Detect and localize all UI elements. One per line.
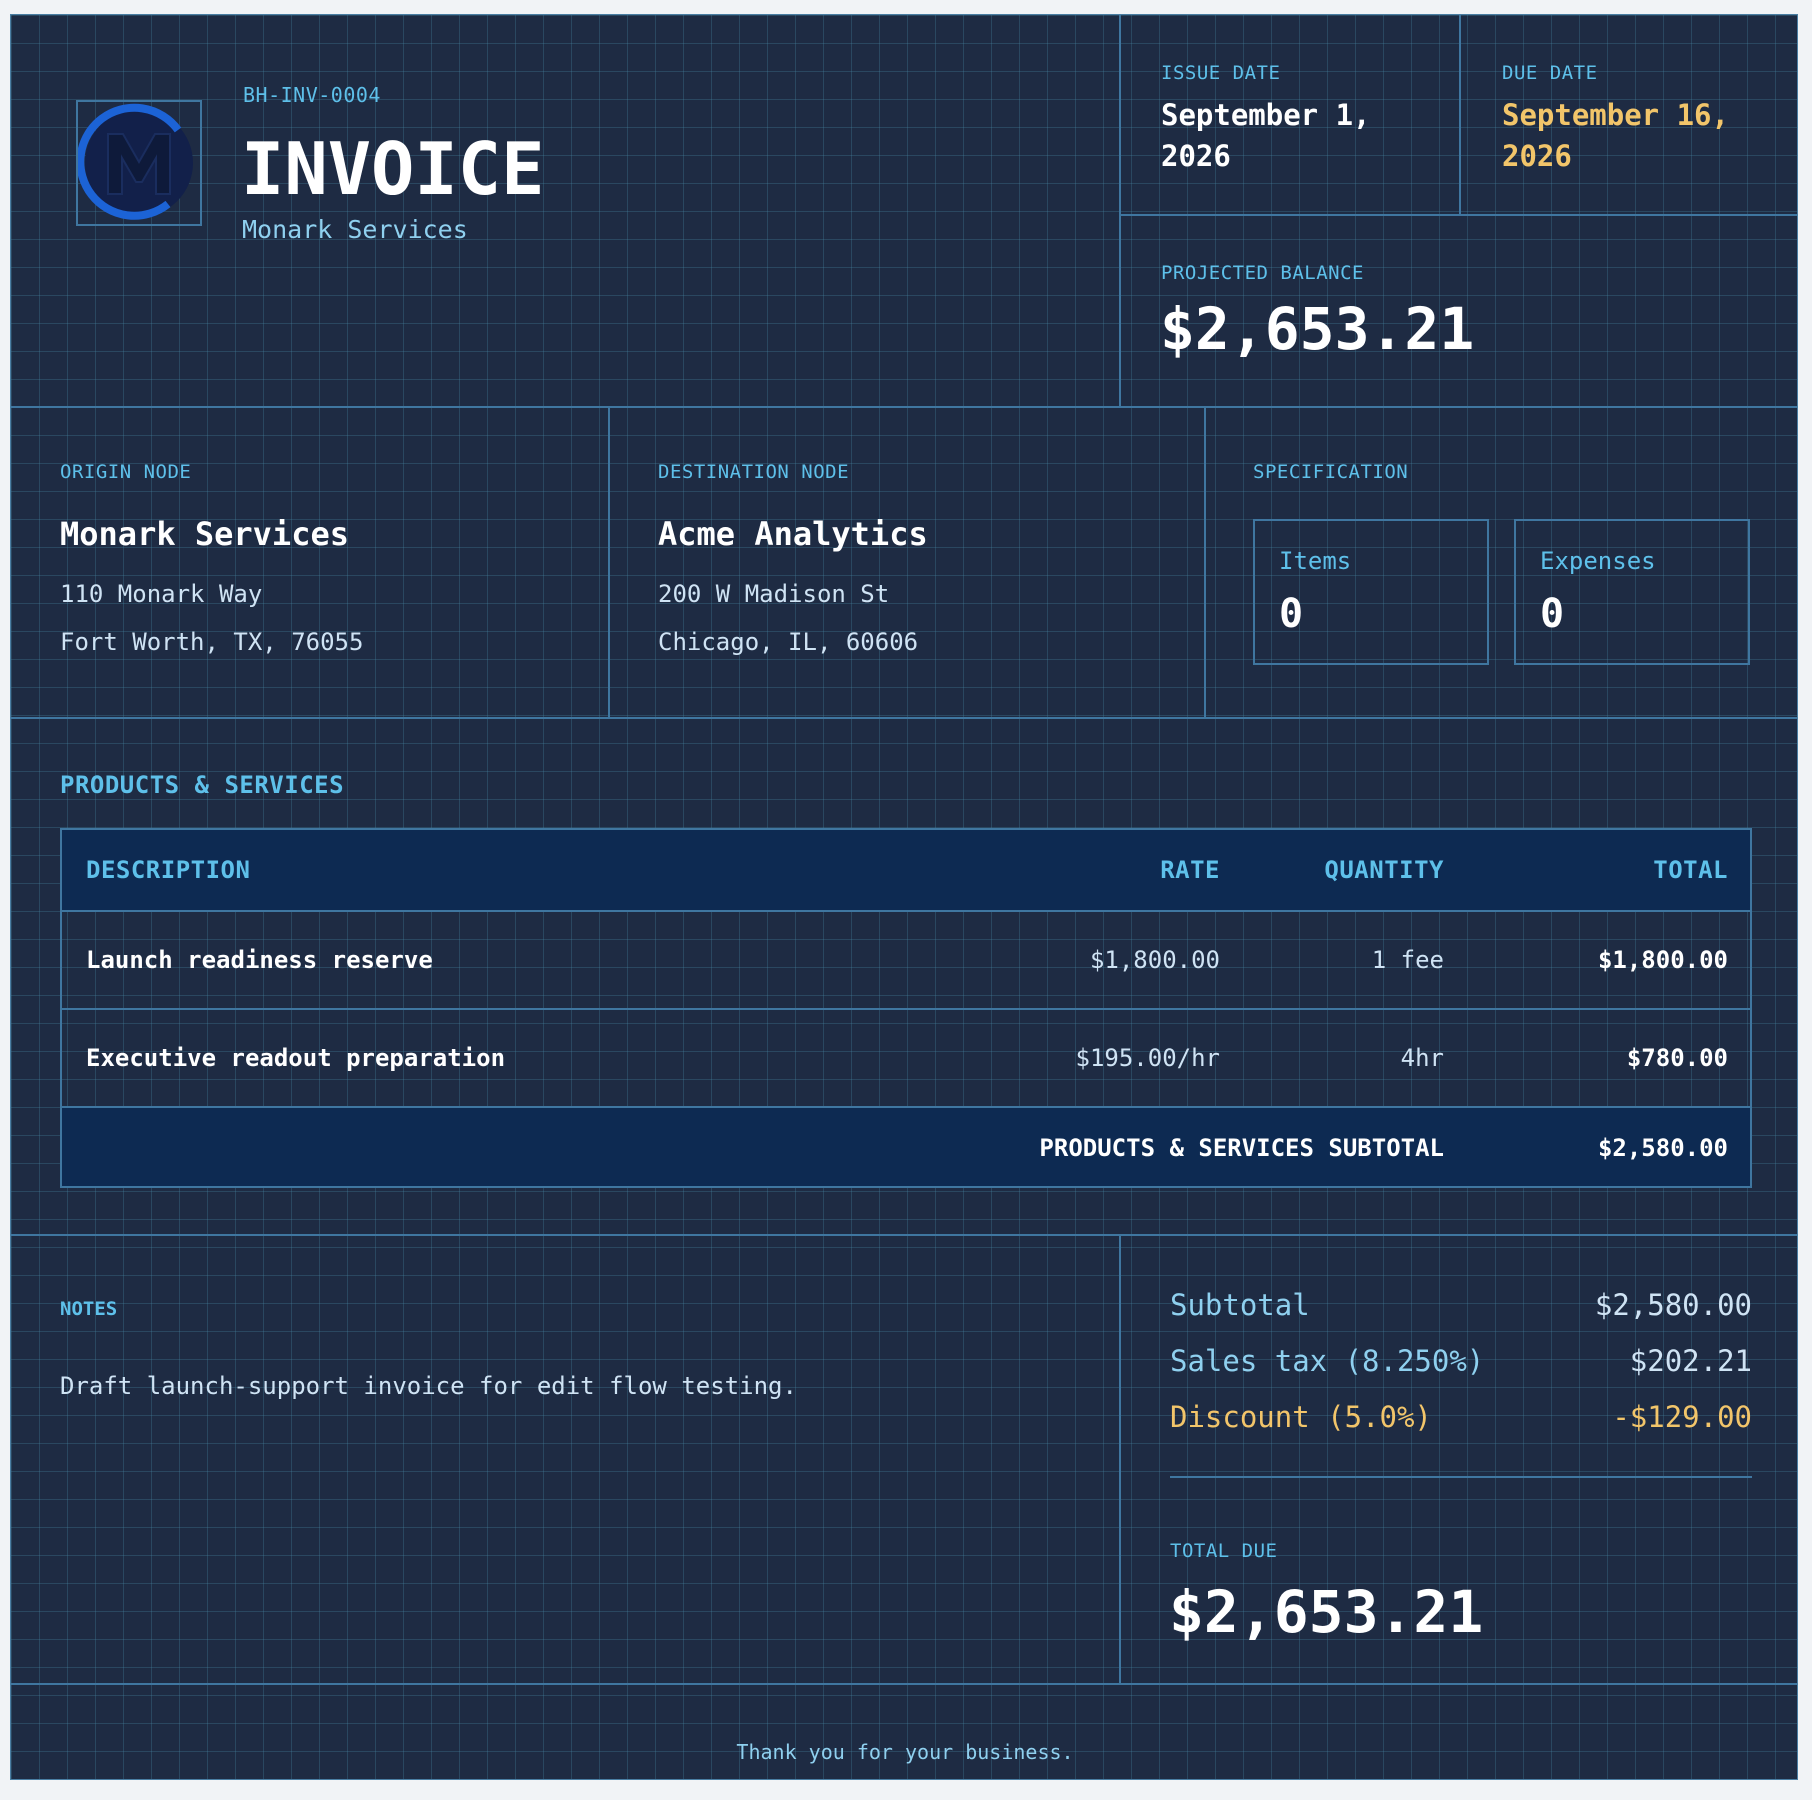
divider [1119,15,1121,407]
divider [608,406,610,718]
divider [1119,1234,1121,1684]
row-rate: $195.00/hr [1075,1044,1221,1072]
balance-label: PROJECTED BALANCE [1161,262,1364,284]
divider [1459,15,1461,214]
due-date-line1: September 16, [1502,98,1729,132]
invoice-id: BH-INV-0004 [243,83,381,107]
table-row: Executive readout preparation $195.00/hr… [62,1010,1750,1108]
destination-name: Acme Analytics [658,515,928,553]
row-rate: $1,800.00 [1089,946,1220,974]
footer-text: Thank you for your business. [736,1740,1074,1764]
row-total: $780.00 [1626,1044,1728,1072]
row-description: Executive readout preparation [86,1044,506,1072]
table-row: Launch readiness reserve $1,800.00 1 fee… [62,912,1750,1010]
table-header: DESCRIPTION RATE QUANTITY TOTAL [62,830,1750,912]
items-stat-card: Items 0 [1253,519,1489,665]
row-quantity: 4hr [1400,1044,1444,1072]
divider [11,1683,1797,1685]
due-date-line2: 2026 [1502,139,1572,173]
products-section-title: PRODUCTS & SERVICES [60,771,345,799]
company-name: Monark Services [242,215,468,244]
summary-discount-label: Discount (5.0%) [1170,1400,1432,1434]
origin-name: Monark Services [60,515,349,553]
row-quantity: 1 fee [1371,946,1444,974]
summary-tax-value: $202.21 [1629,1344,1752,1378]
notes-label: NOTES [60,1298,118,1320]
subtotal-value: $2,580.00 [1597,1134,1728,1162]
balance-value: $2,653.21 [1160,295,1475,363]
divider [1204,406,1206,718]
divider [11,406,1797,408]
column-header-description: DESCRIPTION [86,856,251,884]
logo-mark-icon [76,103,193,220]
summary-divider [1170,1476,1752,1478]
total-due-label: TOTAL DUE [1170,1540,1278,1562]
table-subtotal-row: PRODUCTS & SERVICES SUBTOTAL $2,580.00 [62,1108,1750,1186]
issue-date-line2: 2026 [1161,139,1231,173]
divider [11,1234,1797,1236]
items-value: 0 [1279,591,1304,637]
divider [11,717,1797,719]
due-date-label: DUE DATE [1502,62,1598,84]
summary-discount-value: -$129.00 [1612,1400,1752,1434]
origin-address-line1: 110 Monark Way [60,580,263,608]
destination-address-line2: Chicago, IL, 60606 [658,628,919,656]
column-header-quantity: QUANTITY [1324,856,1444,884]
total-due-value: $2,653.21 [1169,1578,1484,1646]
row-total: $1,800.00 [1597,946,1728,974]
invoice-sheet: BH-INV-0004 INVOICE Monark Services ISSU… [10,14,1798,1780]
row-description: Launch readiness reserve [86,946,433,974]
summary-tax-label: Sales tax (8.250%) [1170,1344,1485,1378]
column-header-total: TOTAL [1653,856,1728,884]
destination-address-line1: 200 W Madison St [658,580,890,608]
expenses-value: 0 [1540,591,1565,637]
divider [1119,214,1797,216]
issue-date-line1: September 1, [1161,98,1371,132]
origin-address-line2: Fort Worth, TX, 76055 [60,628,364,656]
expenses-label: Expenses [1540,547,1656,575]
origin-label: ORIGIN NODE [60,461,192,483]
subtotal-label: PRODUCTS & SERVICES SUBTOTAL [1039,1134,1444,1162]
specification-label: SPECIFICATION [1253,461,1409,483]
line-items-table: DESCRIPTION RATE QUANTITY TOTAL Launch r… [60,828,1752,1188]
logo [76,100,202,226]
page-title: INVOICE [241,127,545,211]
notes-text: Draft launch-support invoice for edit fl… [60,1372,797,1400]
expenses-stat-card: Expenses 0 [1514,519,1750,665]
issue-date-label: ISSUE DATE [1161,62,1281,84]
summary-subtotal-label: Subtotal [1170,1288,1310,1322]
destination-label: DESTINATION NODE [658,461,850,483]
items-label: Items [1279,547,1352,575]
column-header-rate: RATE [1160,856,1220,884]
summary-subtotal-value: $2,580.00 [1594,1288,1752,1322]
